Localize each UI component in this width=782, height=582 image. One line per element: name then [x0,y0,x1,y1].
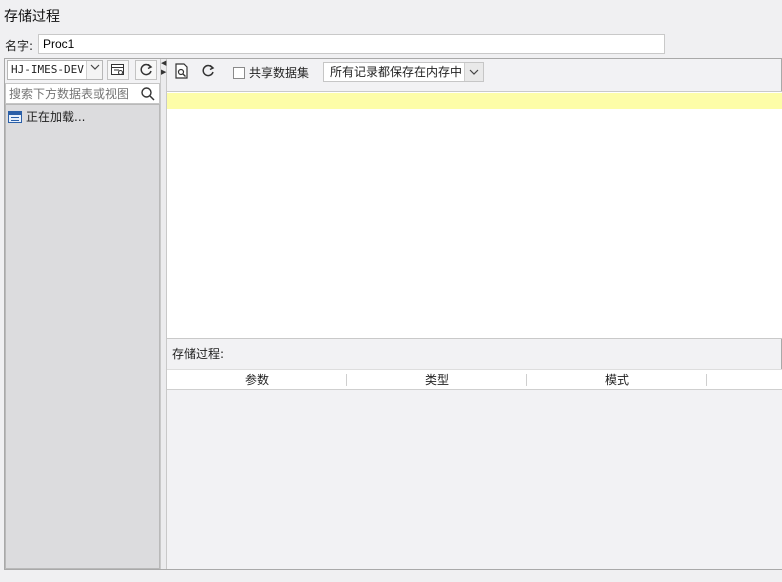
refresh-button[interactable] [201,64,215,82]
tree-item-loading[interactable]: 正在加载... [8,108,85,125]
column-divider [706,374,707,386]
chevron-down-icon[interactable] [86,61,102,79]
preview-table-button[interactable] [107,60,129,80]
refresh-icon [202,64,215,77]
table-search-input[interactable] [6,84,134,103]
collapse-left-icon[interactable]: ◀ [161,60,166,67]
expand-right-icon[interactable]: ▶ [161,69,166,76]
preview-icon [175,63,188,79]
search-icon[interactable] [141,85,155,105]
current-line-highlight [167,93,782,109]
left-toolbar: HJ-IMES-DEV [5,59,161,83]
refresh-connection-button[interactable] [135,60,157,80]
share-dataset-toggle[interactable]: 共享数据集 [233,64,309,81]
sql-editor[interactable] [167,91,782,339]
table-search[interactable] [5,83,160,104]
pane-splitter[interactable]: ◀ ▶ [160,59,167,569]
parameter-table-header: 参数 类型 模式 [167,369,782,390]
database-icon [8,110,22,123]
tree-item-label: 正在加载... [26,110,86,124]
storage-mode-select[interactable]: 所有记录都保存在内存中 [323,62,484,82]
table-tree[interactable]: 正在加载... [5,104,160,569]
preview-table-icon [111,64,124,75]
procedure-section-label: 存储过程: [172,347,225,361]
connection-select[interactable]: HJ-IMES-DEV [7,60,103,80]
name-label: 名字: [5,39,34,53]
share-dataset-label: 共享数据集 [249,66,310,80]
share-dataset-checkbox[interactable] [233,66,245,79]
refresh-icon [140,63,153,76]
preview-button[interactable] [175,63,189,83]
connection-select-value: HJ-IMES-DEV [11,63,84,76]
chevron-down-icon[interactable] [464,63,483,81]
column-header-param[interactable]: 参数 [167,370,347,390]
name-input[interactable] [38,34,665,54]
column-header-mode[interactable]: 模式 [527,370,707,390]
parameter-table[interactable]: 参数 类型 模式 [167,369,782,569]
window-title: 存储过程 [4,9,60,25]
column-header-type[interactable]: 类型 [347,370,527,390]
storage-mode-value: 所有记录都保存在内存中 [330,65,463,79]
